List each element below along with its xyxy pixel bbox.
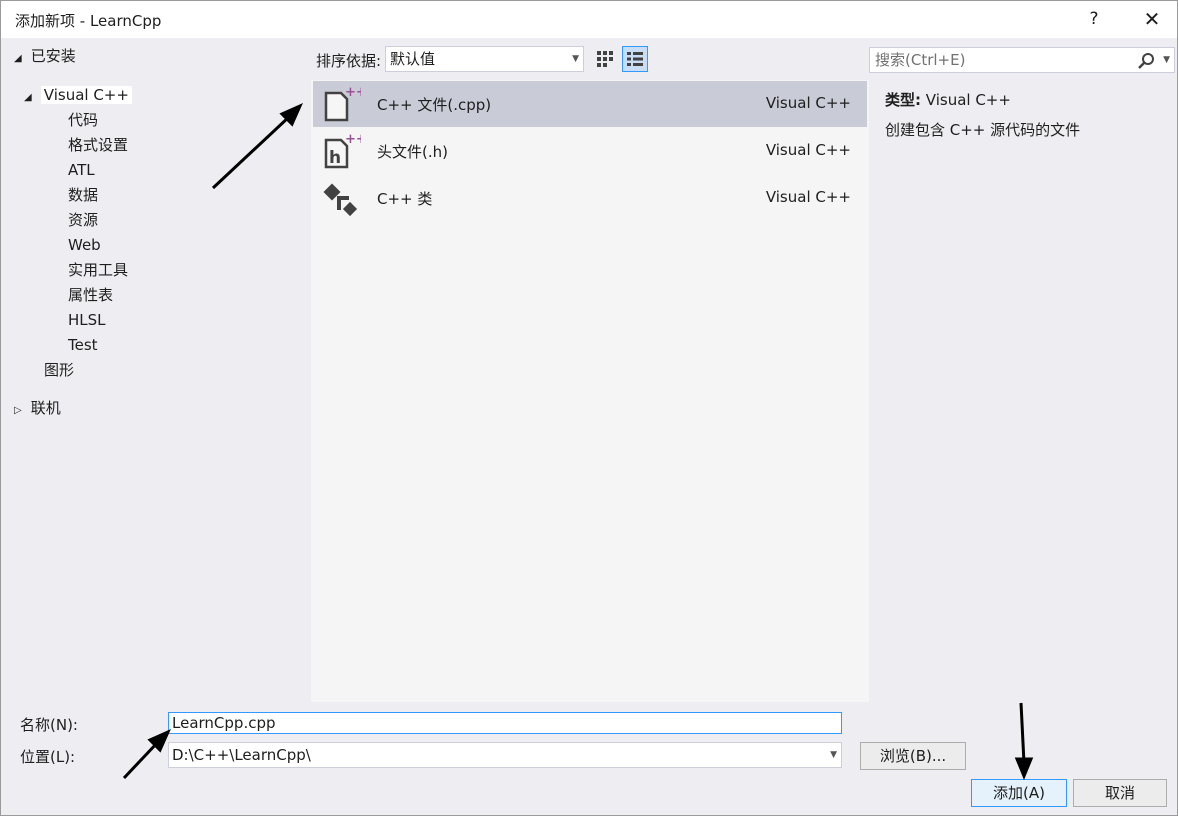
chevron-down-icon[interactable]: ▼ [830, 743, 837, 767]
sort-label: 排序依据: [316, 52, 382, 70]
bottom-form: 名称(N): LearnCpp.cpp 位置(L): D:\C++\LearnC… [6, 702, 1177, 815]
template-language: Visual C++ [765, 94, 851, 112]
template-language: Visual C++ [765, 188, 851, 206]
name-field[interactable]: LearnCpp.cpp [168, 712, 842, 734]
cpp-class-icon [323, 183, 358, 217]
sort-dropdown[interactable]: 默认值 ▼ [385, 46, 584, 72]
list-view-button[interactable] [622, 46, 648, 72]
description-pane: 类型: Visual C++ 创建包含 C++ 源代码的文件 [869, 80, 1177, 702]
description-text: 创建包含 C++ 源代码的文件 [885, 121, 1081, 139]
template-item-header-file[interactable]: h ++ 头文件(.h) Visual C++ [313, 128, 867, 174]
tree-node-hlsl[interactable]: HLSL [68, 309, 106, 331]
template-language: Visual C++ [765, 141, 851, 159]
tree-node-resources[interactable]: 资源 [68, 209, 98, 231]
template-name: C++ 类 [377, 190, 433, 208]
location-value: D:\C++\LearnCpp\ [172, 746, 311, 764]
list-view-icon [627, 52, 643, 66]
grid-view-button[interactable] [592, 46, 618, 72]
tree-node-web[interactable]: Web [68, 234, 101, 256]
add-button[interactable]: 添加(A) [971, 779, 1067, 807]
close-button[interactable]: ✕ [1132, 5, 1172, 33]
tree-node-graphics[interactable]: 图形 [44, 359, 74, 381]
template-name: C++ 文件(.cpp) [377, 96, 492, 114]
sort-value: 默认值 [390, 50, 436, 68]
svg-text:++: ++ [345, 85, 361, 100]
template-item-cpp-file[interactable]: ++ C++ 文件(.cpp) Visual C++ [313, 81, 867, 127]
template-list: ++ C++ 文件(.cpp) Visual C++ h ++ 头文件(.h) … [311, 80, 869, 702]
type-label: 类型: [885, 91, 921, 109]
category-tree: ◢ 已安装 ◢ Visual C++ 代码 格式设置 ATL 数据 资源 Web… [6, 38, 311, 702]
tree-node-label: Visual C++ [40, 86, 132, 104]
tree-node-property-sheets[interactable]: 属性表 [68, 284, 113, 306]
svg-text:h: h [329, 148, 341, 168]
cpp-file-icon: ++ [324, 85, 361, 122]
tree-node-utility[interactable]: 实用工具 [68, 259, 128, 281]
grid-view-icon [597, 51, 613, 67]
tree-node-data[interactable]: 数据 [68, 184, 98, 206]
svg-text:++: ++ [345, 132, 361, 147]
browse-button[interactable]: 浏览(B)... [860, 742, 966, 770]
title-bar: 添加新项 - LearnCpp ? ✕ [1, 1, 1177, 38]
tree-node-formatting[interactable]: 格式设置 [68, 134, 128, 156]
name-label: 名称(N): [20, 716, 78, 734]
tree-node-label: 联机 [30, 399, 61, 417]
expanded-triangle-icon[interactable]: ◢ [24, 87, 36, 109]
description-type: 类型: Visual C++ [885, 89, 1011, 110]
search-placeholder: 搜索(Ctrl+E) [875, 51, 966, 69]
cancel-button[interactable]: 取消 [1073, 779, 1167, 807]
tree-node-online[interactable]: ▷ 联机 [14, 397, 61, 419]
add-new-item-dialog: 添加新项 - LearnCpp ? ✕ ◢ 已安装 ◢ Visual C++ 代… [0, 0, 1178, 816]
header-file-icon: h ++ [324, 132, 361, 169]
search-input[interactable]: 搜索(Ctrl+E) ▼ [869, 47, 1175, 73]
location-label: 位置(L): [20, 748, 76, 766]
tree-node-atl[interactable]: ATL [68, 159, 95, 181]
location-field[interactable]: D:\C++\LearnCpp\ ▼ [168, 742, 842, 768]
search-icon[interactable] [1136, 51, 1156, 71]
template-name: 头文件(.h) [377, 143, 448, 161]
tree-node-test[interactable]: Test [68, 334, 98, 356]
expanded-triangle-icon[interactable]: ◢ [14, 48, 26, 70]
tree-node-visual-cpp[interactable]: ◢ Visual C++ [24, 84, 132, 106]
tree-node-installed[interactable]: ◢ 已安装 [14, 45, 76, 67]
tree-node-code[interactable]: 代码 [68, 109, 98, 131]
window-title: 添加新项 - LearnCpp [15, 12, 162, 30]
tree-node-label: 已安装 [30, 47, 76, 65]
help-button[interactable]: ? [1074, 5, 1114, 33]
chevron-down-icon: ▼ [572, 54, 579, 64]
collapsed-triangle-icon[interactable]: ▷ [14, 400, 26, 422]
chevron-down-icon[interactable]: ▼ [1163, 48, 1170, 72]
type-value: Visual C++ [925, 91, 1011, 109]
template-item-cpp-class[interactable]: C++ 类 Visual C++ [313, 175, 867, 221]
